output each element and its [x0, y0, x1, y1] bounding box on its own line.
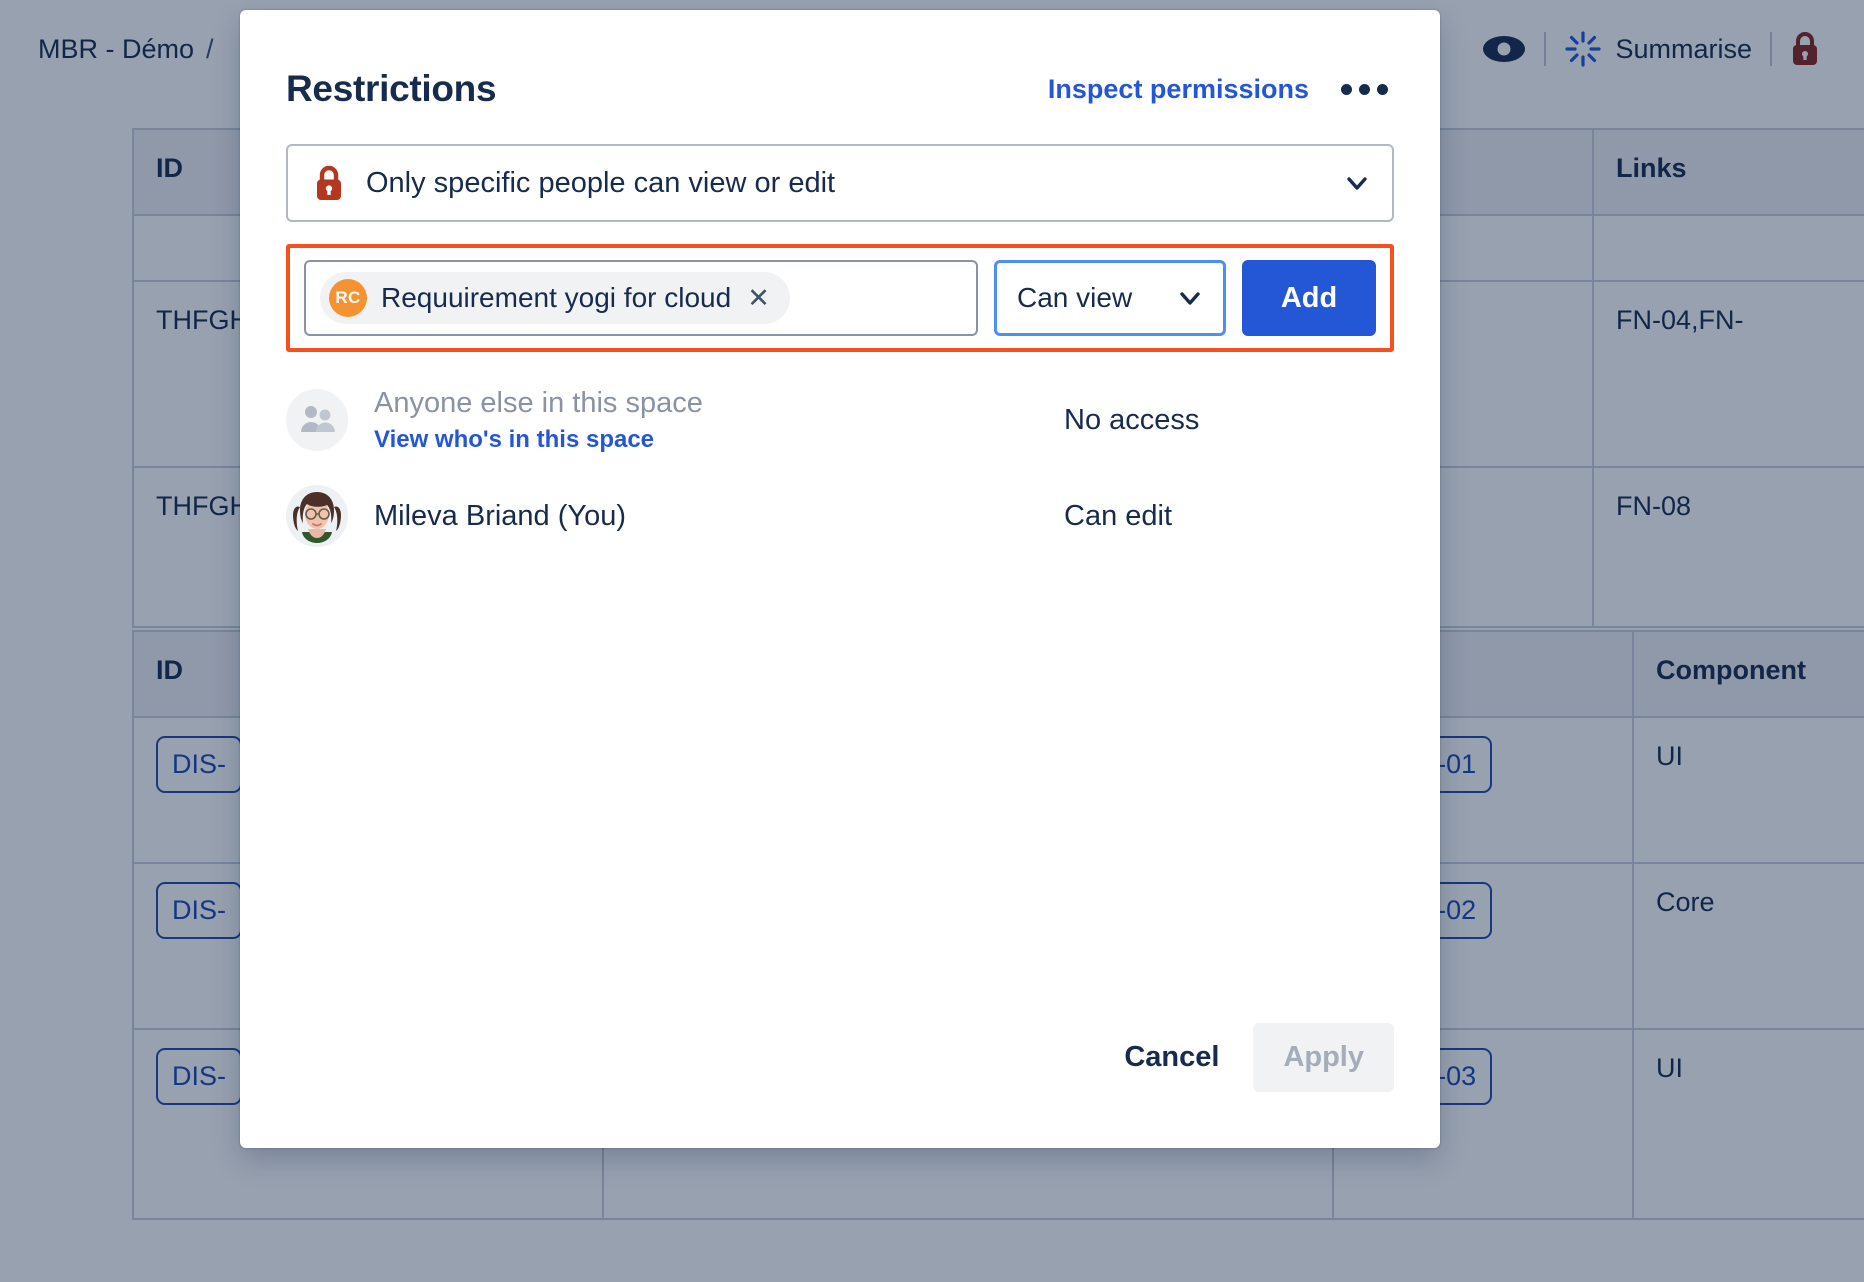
permission-select-value: Can view [1017, 282, 1132, 314]
list-item-text: Anyone else in this space View who's in … [374, 387, 1064, 454]
page-root: MBR - Démo/ [0, 0, 1864, 1282]
restriction-level-select[interactable]: Only specific people can view or edit [286, 144, 1394, 222]
avatar [286, 389, 348, 451]
more-horizontal-icon [1377, 84, 1388, 95]
selected-person-chip: RC Requuirement yogi for cloud ✕ [320, 272, 790, 324]
dialog-header-actions: Inspect permissions [1048, 74, 1394, 105]
close-icon[interactable]: ✕ [745, 283, 772, 314]
inspect-permissions-link[interactable]: Inspect permissions [1048, 74, 1309, 105]
cancel-button[interactable]: Cancel [1100, 1023, 1243, 1092]
avatar [286, 485, 348, 547]
dialog-header: Restrictions Inspect permissions [286, 10, 1394, 144]
restrictions-dialog: Restrictions Inspect permissions Only sp… [240, 10, 1440, 1148]
person-search-input[interactable]: RC Requuirement yogi for cloud ✕ [304, 260, 978, 336]
group-icon [295, 398, 339, 442]
restriction-level-value: Only specific people can view or edit [366, 167, 835, 200]
person-access-level: No access [1064, 404, 1394, 437]
more-actions-button[interactable] [1335, 76, 1394, 103]
chevron-down-icon [1177, 285, 1203, 311]
list-item: Mileva Briand (You) Can edit [286, 468, 1394, 564]
view-space-members-link[interactable]: View who's in this space [374, 426, 1064, 454]
more-horizontal-icon [1359, 84, 1370, 95]
list-item: Anyone else in this space View who's in … [286, 372, 1394, 468]
add-person-highlight: RC Requuirement yogi for cloud ✕ Can vie… [286, 244, 1394, 352]
more-horizontal-icon [1341, 84, 1352, 95]
list-item-text: Mileva Briand (You) [374, 500, 1064, 533]
lock-icon [314, 165, 344, 202]
person-name: Mileva Briand (You) [374, 500, 626, 532]
user-avatar-icon [286, 485, 348, 547]
apply-button[interactable]: Apply [1253, 1023, 1394, 1092]
permission-select[interactable]: Can view [994, 260, 1226, 336]
person-name: Anyone else in this space [374, 387, 703, 419]
avatar: RC [329, 279, 367, 317]
dialog-footer: Cancel Apply [286, 1023, 1394, 1148]
restriction-people-list: Anyone else in this space View who's in … [286, 372, 1394, 564]
dialog-title: Restrictions [286, 68, 496, 110]
chip-label: Requuirement yogi for cloud [381, 282, 731, 314]
chevron-down-icon [1344, 170, 1370, 196]
person-access-level: Can edit [1064, 500, 1394, 533]
add-button[interactable]: Add [1242, 260, 1376, 336]
